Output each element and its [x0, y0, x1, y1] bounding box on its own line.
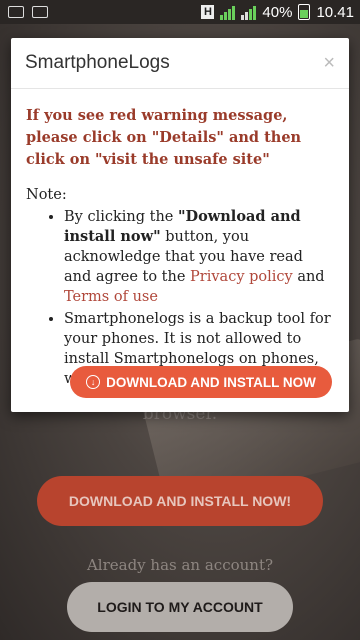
download-install-button[interactable]: ↓ DOWNLOAD AND INSTALL NOW: [70, 366, 332, 398]
image-notification-icon: [8, 6, 24, 18]
signal-2-icon: [241, 4, 257, 20]
privacy-policy-link[interactable]: Privacy policy: [190, 269, 293, 285]
login-button[interactable]: LOGIN TO MY ACCOUNT: [67, 582, 293, 632]
note-list: By clicking the "Download and install no…: [26, 207, 334, 389]
warning-message: If you see red warning message, please c…: [26, 107, 302, 168]
list-item: By clicking the "Download and install no…: [64, 207, 334, 307]
close-icon[interactable]: ×: [323, 52, 335, 75]
dialog-body: If you see red warning message, please c…: [11, 89, 349, 389]
signal-icon: [220, 4, 236, 20]
download-button-label: DOWNLOAD AND INSTALL NOW: [106, 374, 316, 390]
note-label: Note:: [26, 187, 67, 203]
status-bar: H 40% 10.41: [0, 0, 360, 24]
dialog-header: SmartphoneLogs ×: [11, 38, 349, 89]
battery-percent: 40%: [262, 3, 293, 21]
clock: 10.41: [316, 3, 354, 21]
terms-of-use-link[interactable]: Terms of use: [64, 289, 158, 305]
dialog-title: SmartphoneLogs: [25, 52, 170, 73]
install-dialog: SmartphoneLogs × If you see red warning …: [11, 38, 349, 412]
bg-download-button[interactable]: DOWNLOAD AND INSTALL NOW!: [37, 476, 323, 526]
account-prompt: Already has an account?: [86, 556, 274, 574]
network-type-icon: H: [201, 5, 215, 19]
chat-notification-icon: [32, 6, 48, 18]
download-circle-icon: ↓: [86, 375, 101, 389]
battery-icon: [298, 4, 311, 20]
